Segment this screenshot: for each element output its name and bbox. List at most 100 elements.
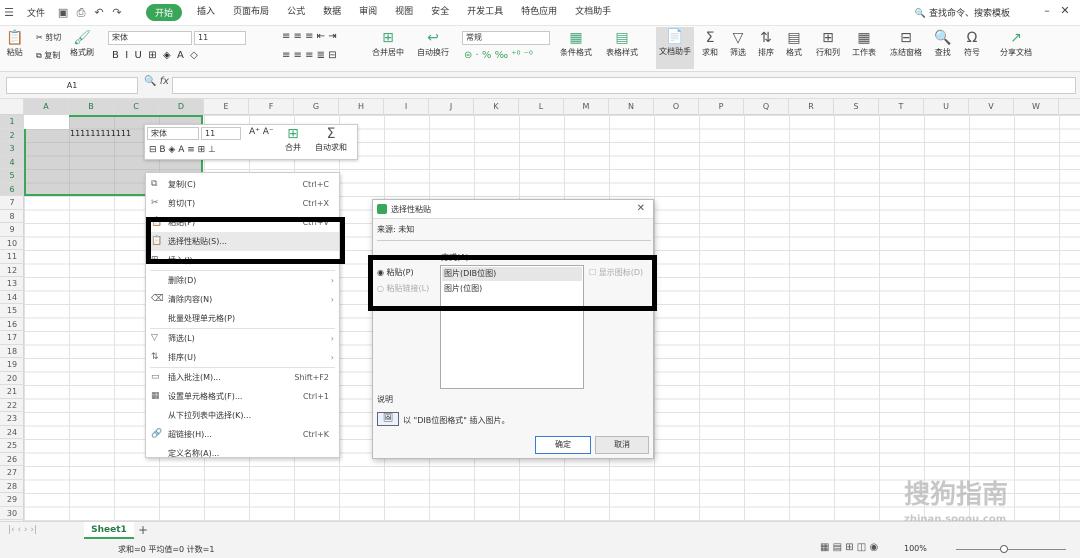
row-header[interactable]: 24 [0, 426, 24, 439]
row-header[interactable]: 2 [0, 128, 24, 142]
row-col-button[interactable]: ⊞ 行和列 [816, 29, 840, 58]
row-header[interactable]: 27 [0, 466, 24, 480]
row-header[interactable]: 7 [0, 196, 24, 210]
format-painter-button[interactable]: 🖌 格式刷 [70, 29, 94, 58]
column-header[interactable]: O [654, 99, 699, 115]
tab-7[interactable]: 安全 [422, 4, 458, 21]
undo-icon[interactable]: ↶ [92, 6, 106, 20]
print-icon[interactable]: ⎙ [74, 6, 88, 20]
hamburger-icon[interactable]: ☰ [2, 6, 16, 20]
row-header[interactable]: 28 [0, 480, 24, 493]
doc-assist-button[interactable]: 📄 文档助手 [656, 27, 694, 69]
sheet-tab[interactable]: Sheet1 [84, 522, 134, 539]
column-header[interactable]: V [969, 99, 1014, 115]
row-header[interactable]: 4 [0, 155, 24, 169]
close-icon[interactable]: ✕ [637, 203, 645, 214]
sheet-button[interactable]: ▦ 工作表 [852, 29, 876, 58]
cancel-button[interactable]: 取消 [595, 436, 649, 454]
column-header[interactable]: G [294, 99, 339, 115]
freeze-button[interactable]: ⊟ 冻结窗格 [890, 29, 922, 58]
wrap-text-button[interactable]: ↩ 自动换行 [417, 29, 449, 58]
redo-icon[interactable]: ↷ [110, 6, 124, 20]
context-menu-item[interactable]: 定义名称(A)... [146, 444, 339, 463]
mini-format-buttons[interactable]: ⊟ B ◈ A ≡ ⊞ ⊥ [149, 145, 216, 155]
active-cell[interactable] [24, 115, 69, 129]
align-buttons-2[interactable]: ≡ ≡ ≡ ≣ ⊟ [282, 50, 337, 61]
column-header[interactable]: T [879, 99, 924, 115]
row-header[interactable]: 11 [0, 250, 24, 264]
row-header[interactable]: 1 [0, 115, 24, 129]
row-header[interactable]: 13 [0, 277, 24, 291]
context-menu-item[interactable]: ⌫ 清除内容(N) › [146, 290, 339, 309]
tab-9[interactable]: 特色应用 [512, 4, 566, 21]
zoom-slider[interactable] [956, 549, 1066, 550]
tab-10[interactable]: 文档助手 [566, 4, 620, 21]
sort-button[interactable]: ⇅ 排序 [758, 29, 774, 58]
row-header[interactable]: 8 [0, 210, 24, 223]
context-menu-item[interactable]: ✂ 剪切(T) Ctrl+X [146, 194, 339, 213]
zoom-slider-thumb[interactable] [1000, 545, 1008, 553]
row-header[interactable]: 12 [0, 264, 24, 277]
sum-button[interactable]: Σ 求和 [702, 29, 718, 58]
context-menu-item[interactable]: 删除(D) › [146, 271, 339, 290]
row-header[interactable]: 30 [0, 507, 24, 520]
column-header[interactable]: P [699, 99, 744, 115]
view-mode-icons[interactable]: ▦ ▤ ⊞ ◫ ◉ [820, 542, 878, 553]
row-header[interactable]: 19 [0, 358, 24, 372]
file-menu[interactable]: 文件 [18, 6, 54, 19]
tab-3[interactable]: 公式 [278, 4, 314, 21]
row-header[interactable]: 10 [0, 237, 24, 250]
mini-font-select[interactable]: 宋体 [147, 127, 199, 140]
format-button[interactable]: ▤ 格式 [786, 29, 802, 58]
column-header[interactable]: Q [744, 99, 789, 115]
fx-icon[interactable]: 🔍 fx [144, 76, 169, 87]
font-select[interactable]: 宋体 [108, 31, 192, 45]
number-buttons[interactable]: ⊜ · % ‰ ⁺⁰ ⁻⁰ [464, 50, 533, 61]
column-header[interactable]: E [204, 99, 249, 115]
column-header[interactable]: F [249, 99, 294, 115]
mini-size-select[interactable]: 11 [201, 127, 241, 140]
font-size-select[interactable]: 11 [194, 31, 246, 45]
merge-center-button[interactable]: ⊞ 合并居中 [372, 29, 404, 58]
row-header[interactable]: 23 [0, 412, 24, 426]
column-header[interactable]: K [474, 99, 519, 115]
tab-2[interactable]: 页面布局 [224, 4, 278, 21]
context-menu-item[interactable]: 🔗 超链接(H)... Ctrl+K [146, 425, 339, 444]
tab-6[interactable]: 视图 [386, 4, 422, 21]
tab-5[interactable]: 审阅 [350, 4, 386, 21]
row-header[interactable]: 14 [0, 291, 24, 304]
align-buttons[interactable]: ≡ ≡ ≡ ⇤ ⇥ [282, 31, 337, 42]
share-button[interactable]: ↗ 分享文档 [1000, 29, 1032, 58]
column-header[interactable]: H [339, 99, 384, 115]
column-header[interactable]: I [384, 99, 429, 115]
column-header[interactable]: W [1014, 99, 1059, 115]
column-header[interactable]: C [114, 99, 159, 115]
mini-font-grow[interactable]: A⁺ A⁻ [249, 127, 274, 137]
context-menu-item[interactable]: ▽ 筛选(L) › [146, 329, 339, 348]
row-header[interactable]: 16 [0, 318, 24, 331]
context-menu-item[interactable]: ⇅ 排序(U) › [146, 348, 339, 367]
row-header[interactable]: 15 [0, 304, 24, 318]
column-header[interactable]: B [69, 99, 114, 115]
copy-button[interactable]: ⧉ 复制 [36, 50, 60, 61]
filter-button[interactable]: ▽ 筛选 [730, 29, 746, 58]
column-header[interactable]: J [429, 99, 474, 115]
context-menu-item[interactable]: ▭ 插入批注(M)... Shift+F2 [146, 368, 339, 387]
close-icon[interactable]: ✕ [1056, 4, 1074, 17]
mini-merge-button[interactable]: ⊞ 合并 [285, 126, 301, 153]
context-menu-item[interactable]: 批量处理单元格(P) [146, 309, 339, 328]
column-header[interactable]: U [924, 99, 969, 115]
select-all-corner[interactable] [0, 99, 24, 115]
column-header[interactable]: L [519, 99, 564, 115]
paste-button[interactable]: 📋 粘贴 [6, 29, 23, 58]
name-box[interactable]: A1 [6, 77, 138, 94]
symbol-button[interactable]: Ω 符号 [964, 29, 980, 58]
column-header[interactable]: M [564, 99, 609, 115]
row-header[interactable]: 17 [0, 331, 24, 345]
row-header[interactable]: 21 [0, 385, 24, 399]
row-header[interactable]: 6 [0, 182, 24, 196]
add-sheet-icon[interactable]: + [138, 523, 148, 537]
table-style-button[interactable]: ▤ 表格样式 [606, 29, 638, 58]
context-menu-item[interactable]: ⧉ 复制(C) Ctrl+C [146, 175, 339, 194]
row-header[interactable]: 26 [0, 453, 24, 466]
